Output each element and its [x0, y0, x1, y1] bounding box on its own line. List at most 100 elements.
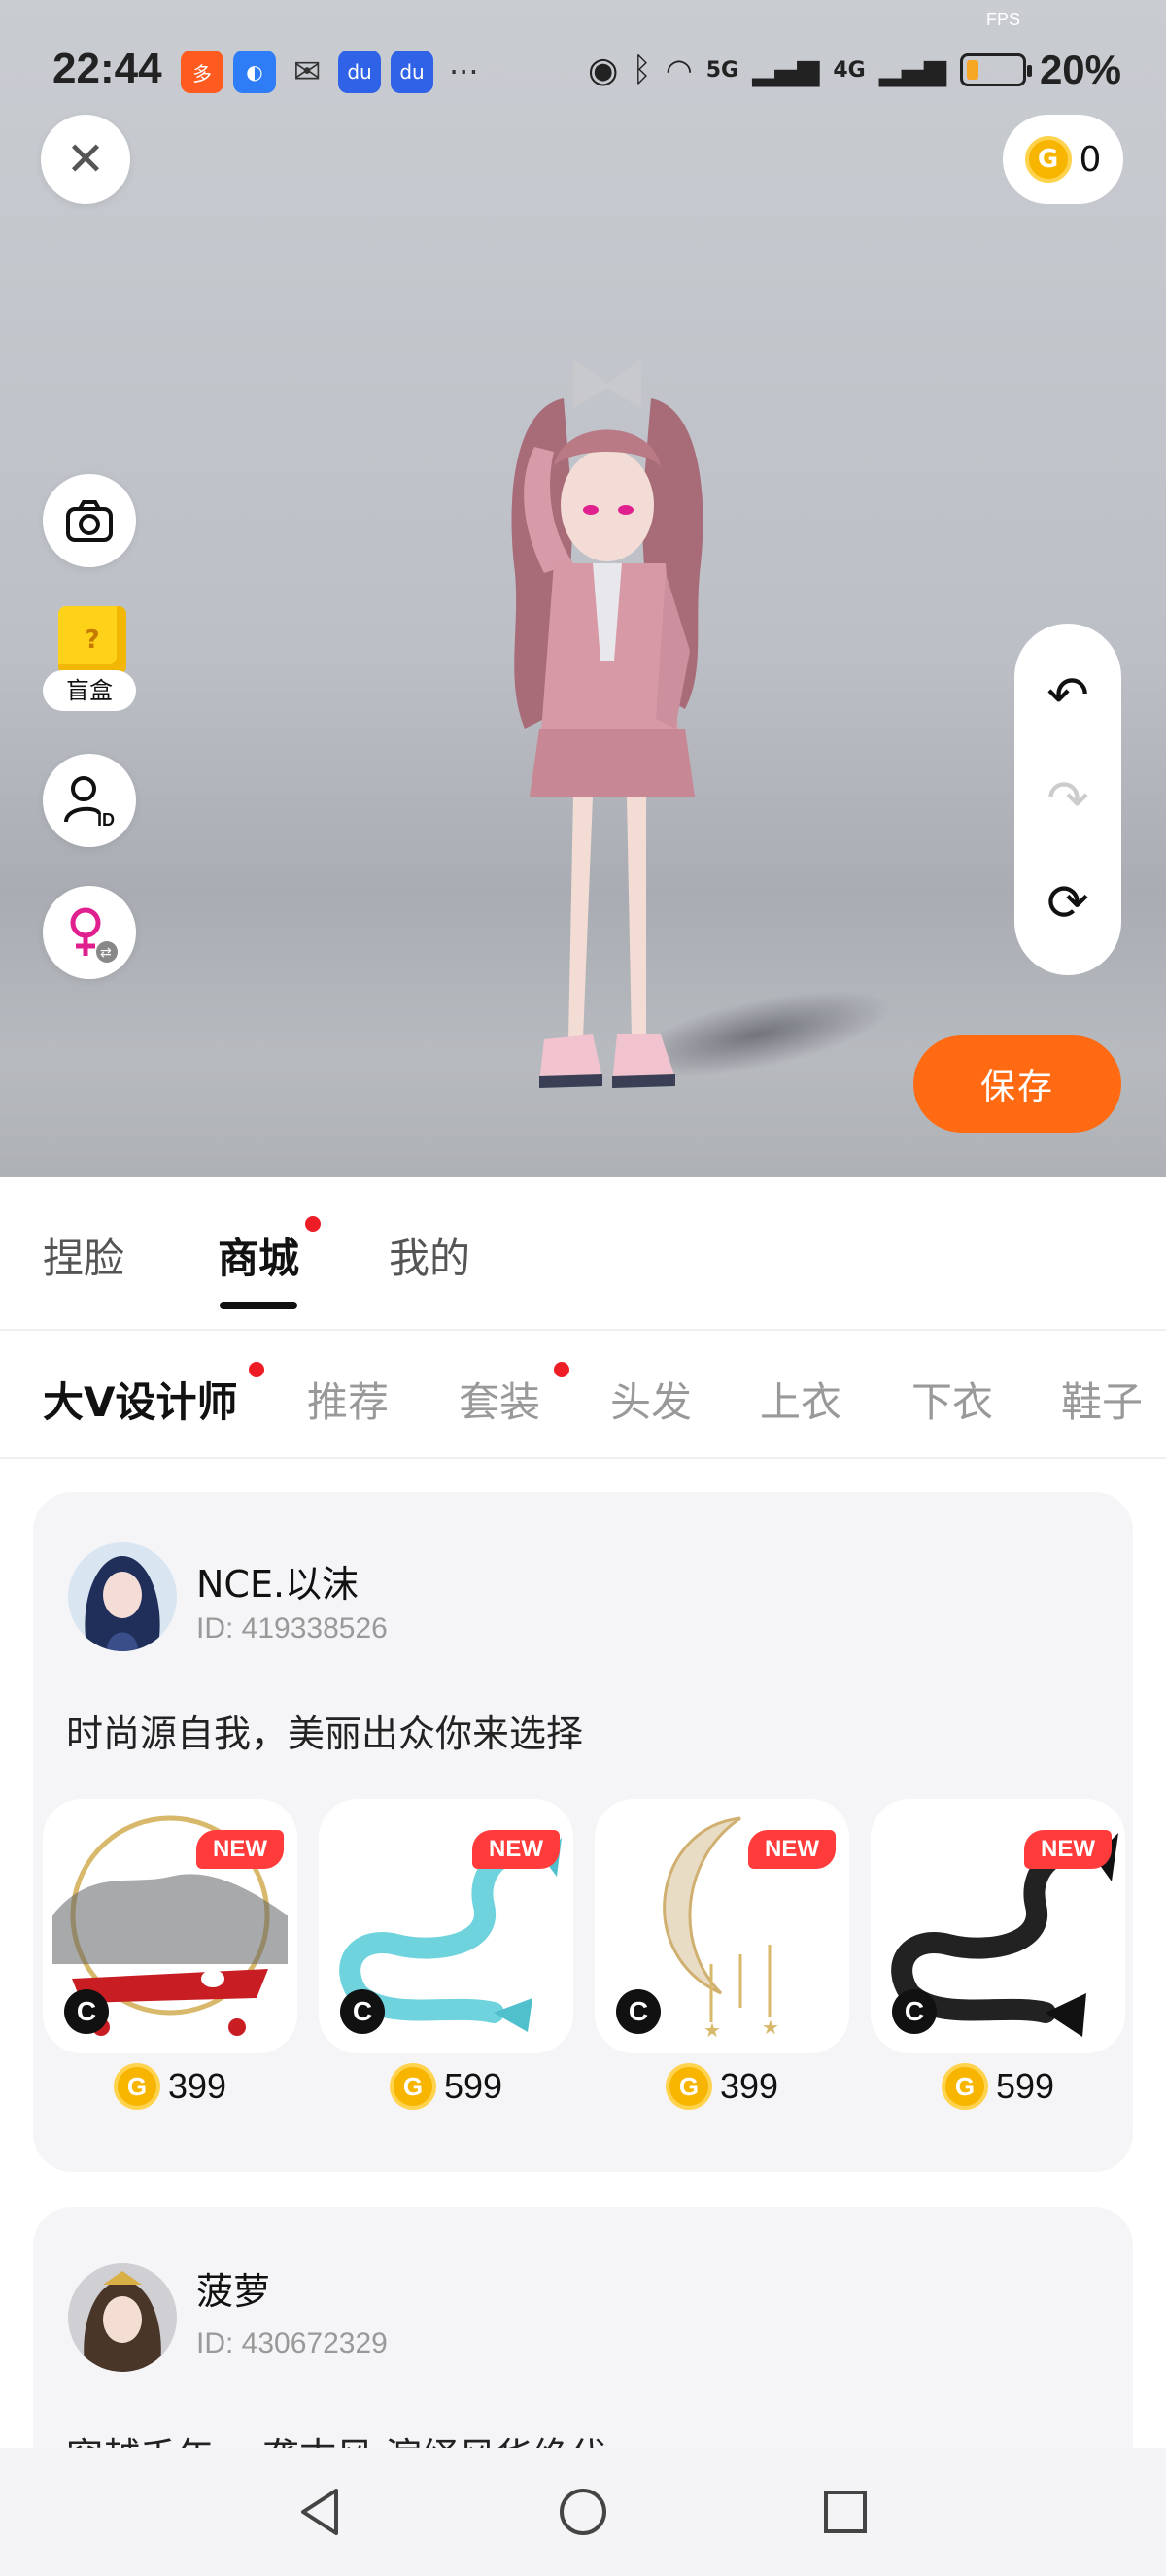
designer-avatar[interactable] [68, 2263, 177, 2372]
tab-shop[interactable]: 商城 [218, 1226, 299, 1285]
camera-icon [66, 500, 113, 542]
home-icon[interactable] [549, 2478, 617, 2546]
product-image[interactable]: NEW C [43, 1799, 297, 2053]
signal-4g-label: 4G [833, 57, 866, 83]
tab-mine[interactable]: 我的 [389, 1226, 470, 1285]
signal-bars-icon: ▂▄▆ [752, 52, 820, 87]
price-value: 399 [167, 2066, 227, 2106]
status-bar: FPS 22:44 多 ◐ ✉ du du ··· ◉ ᛒ ◠ 5G ▂▄▆ 4… [0, 0, 1166, 146]
shopping-app-icon: 多 [181, 51, 223, 93]
bluetooth-icon: ᛒ [632, 51, 652, 89]
designer-description: 穿越千年 一袭古风 演绎风华绝代 [66, 2426, 606, 2448]
svg-text:ID: ID [97, 810, 115, 830]
fps-label: FPS [985, 10, 1020, 29]
category-tab-bar: 大V设计师 推荐 套装 头发 上衣 下衣 鞋子 [0, 1333, 1166, 1459]
coin-balance[interactable]: G 0 [1003, 115, 1123, 204]
product-image[interactable]: ★ ★ NEW C [595, 1799, 849, 2053]
avatar-character[interactable] [447, 340, 758, 1117]
outfit-notification-dot [554, 1362, 569, 1377]
category-tab-recommend[interactable]: 推荐 [307, 1370, 389, 1429]
product-card[interactable]: NEW C G 599 [319, 1799, 573, 2110]
creator-mark-icon: C [64, 1989, 109, 2034]
main-tab-bar: 捏脸 商城 我的 [0, 1177, 1166, 1331]
category-tab-designer[interactable]: 大V设计师 [43, 1370, 238, 1429]
product-card[interactable]: ★ ★ NEW C G 399 [595, 1799, 849, 2110]
price-value: 399 [719, 2066, 779, 2106]
new-badge: NEW [1024, 1830, 1112, 1869]
coin-icon: G [941, 2063, 988, 2110]
reset-icon[interactable]: ⟳ [1046, 878, 1089, 929]
browser-app-icon: ◐ [233, 51, 276, 93]
more-notifications-icon: ··· [449, 53, 479, 90]
baidu-app-icon-2: du [391, 51, 433, 93]
product-card[interactable]: NEW C G 599 [871, 1799, 1125, 2110]
price-value: 599 [443, 2066, 503, 2106]
designer-id: ID: 419338526 [196, 1612, 388, 1644]
wifi-icon: ◠ [665, 51, 693, 88]
new-badge: NEW [196, 1830, 284, 1869]
battery-percent: 20% [1039, 47, 1121, 92]
category-tab-shoes[interactable]: 鞋子 [1061, 1370, 1143, 1429]
close-button[interactable]: ✕ [41, 115, 130, 204]
save-button[interactable]: 保存 [913, 1035, 1121, 1133]
notification-icons: 多 ◐ ✉ du du ··· [181, 51, 479, 93]
back-icon[interactable] [287, 2478, 355, 2546]
creator-mark-icon: C [340, 1989, 385, 2034]
undo-icon[interactable]: ↶ [1046, 670, 1089, 721]
blind-box-button[interactable]: ? 盲盒 [43, 606, 138, 715]
designer-card[interactable]: NCE.以沫 ID: 419338526 时尚源自我，美丽出众你来选择 NEW … [33, 1492, 1133, 2172]
coin-icon: G [389, 2063, 436, 2110]
product-image[interactable]: NEW C [871, 1799, 1125, 2053]
designer-name: NCE.以沫 [196, 1563, 360, 1606]
product-price: G 399 [43, 2063, 297, 2110]
female-switch-icon: ⇄ [70, 907, 118, 963]
category-tab-hair[interactable]: 头发 [610, 1370, 692, 1429]
designer-feed[interactable]: NCE.以沫 ID: 419338526 时尚源自我，美丽出众你来选择 NEW … [0, 1459, 1166, 2448]
baidu-app-icon: du [338, 51, 381, 93]
avatar-id-button[interactable]: ID [43, 754, 136, 847]
coin-icon: G [1024, 136, 1072, 183]
coin-icon: G [113, 2063, 160, 2110]
recents-icon[interactable] [811, 2478, 879, 2546]
designer-name: 菠萝 [196, 2270, 271, 2313]
product-image[interactable]: NEW C [319, 1799, 573, 2053]
designer-avatar[interactable] [68, 1542, 177, 1651]
category-tab-top[interactable]: 上衣 [760, 1370, 841, 1429]
product-card[interactable]: NEW C G 399 [43, 1799, 297, 2110]
svg-text:★: ★ [703, 2018, 721, 2042]
shop-notification-dot [305, 1216, 321, 1232]
gender-switch-button[interactable]: ⇄ [43, 886, 136, 979]
new-badge: NEW [748, 1830, 836, 1869]
active-tab-indicator [220, 1302, 297, 1309]
product-row: NEW C G 399 NEW C G 599 ★ ★ NEW C G 399 … [43, 1799, 1125, 2129]
designer-id: ID: 430672329 [196, 2327, 388, 2359]
battery-icon [959, 53, 1032, 86]
designer-card[interactable]: 菠萝 ID: 430672329 穿越千年 一袭古风 演绎风华绝代 [33, 2207, 1133, 2448]
creator-mark-icon: C [892, 1989, 937, 2034]
user-id-icon: ID [64, 776, 115, 830]
designer-description: 时尚源自我，美丽出众你来选择 [66, 1712, 584, 1755]
category-tab-bottom[interactable]: 下衣 [911, 1370, 993, 1429]
blind-box-label: 盲盒 [43, 670, 136, 711]
new-badge: NEW [472, 1830, 560, 1869]
eye-comfort-icon: ◉ [588, 50, 619, 90]
price-value: 599 [995, 2066, 1055, 2106]
product-price: G 399 [595, 2063, 849, 2110]
avatar-stage[interactable]: FPS 22:44 多 ◐ ✉ du du ··· ◉ ᛒ ◠ 5G ▂▄▆ 4… [0, 0, 1166, 1177]
camera-button[interactable] [43, 474, 136, 567]
designer-notification-dot [249, 1362, 264, 1377]
coin-balance-value: 0 [1079, 139, 1102, 180]
coin-icon: G [665, 2063, 712, 2110]
tab-face[interactable]: 捏脸 [43, 1226, 124, 1285]
category-tab-outfit[interactable]: 套装 [459, 1370, 540, 1429]
signal-5g-label: 5G [705, 57, 739, 83]
redo-icon[interactable]: ↷ [1046, 774, 1089, 825]
close-icon: ✕ [65, 132, 106, 186]
signal-bars-icon-2: ▂▄▆ [878, 52, 946, 87]
status-time: 22:44 [52, 45, 162, 92]
creator-mark-icon: C [616, 1989, 661, 2034]
wechat-icon: ✉ [292, 52, 322, 91]
product-price: G 599 [319, 2063, 573, 2110]
product-price: G 599 [871, 2063, 1125, 2110]
blind-box-icon: ? [58, 606, 126, 674]
